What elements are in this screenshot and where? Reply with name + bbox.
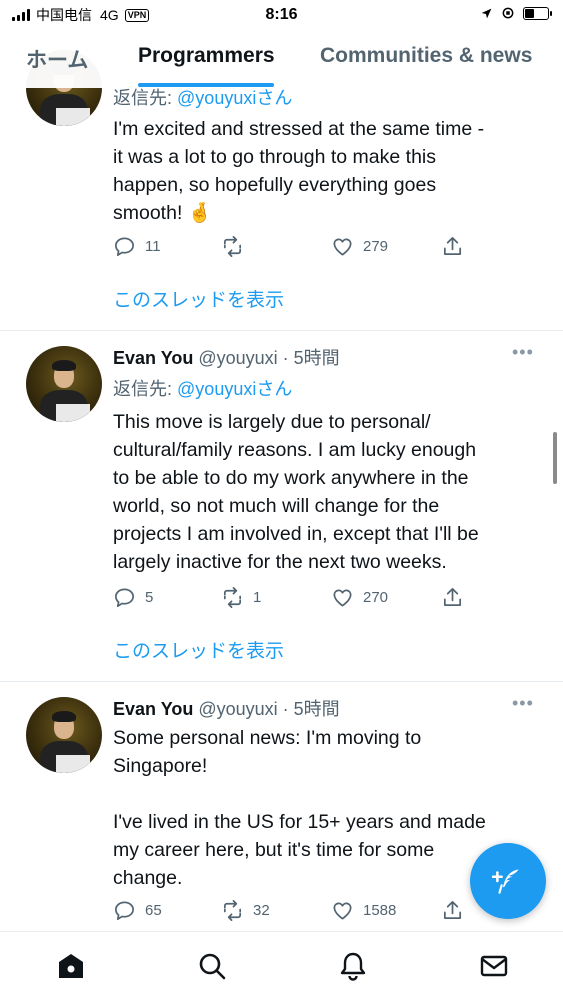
heart-icon (333, 902, 352, 920)
signal-strength-icon (12, 9, 30, 21)
retweet-button[interactable]: 1 (221, 586, 261, 609)
show-thread-link[interactable]: このスレッドを表示 (113, 285, 284, 312)
battery-icon (523, 6, 552, 20)
tweet-actions: 65 32 1588 (113, 899, 473, 927)
carrier-name: 中国电信 (36, 7, 92, 23)
tab-programmers[interactable]: Programmers (138, 44, 275, 68)
show-thread-link[interactable]: このスレッドを表示 (113, 636, 284, 663)
author-handle[interactable]: @youyuxi (198, 348, 277, 368)
reply-button[interactable]: 11 (113, 235, 161, 258)
tweet-time[interactable]: 5時間 (294, 348, 340, 368)
more-options-icon[interactable]: ••• (512, 693, 534, 714)
share-icon (443, 901, 462, 920)
like-count: 270 (363, 589, 389, 606)
retweet-button[interactable]: 32 (221, 899, 270, 922)
like-count: 1588 (363, 902, 397, 919)
tab-home[interactable]: ホーム (26, 44, 88, 74)
reply-count: 5 (145, 589, 154, 606)
reply-to-handle-link[interactable]: @youyuxiさん (177, 379, 292, 399)
reply-button[interactable]: 65 (113, 899, 162, 922)
reply-icon (115, 237, 134, 256)
active-tab-indicator (138, 83, 274, 87)
reply-icon (115, 901, 134, 920)
nav-messages-button[interactable] (478, 950, 510, 982)
status-bar: 中国电信 4G VPN 8:16 (0, 0, 563, 30)
bell-icon (340, 952, 366, 981)
retweet-button[interactable] (221, 235, 253, 258)
share-button[interactable] (441, 235, 464, 258)
tweet-divider (0, 330, 563, 331)
tab-communities-news[interactable]: Communities & news (320, 44, 532, 68)
like-button[interactable]: 279 (331, 235, 388, 258)
envelope-icon (480, 955, 508, 977)
reply-count: 65 (145, 902, 162, 919)
retweet-icon (223, 236, 242, 257)
top-tab-bar: ホーム Programmers Communities & news (0, 30, 563, 88)
share-button[interactable] (441, 899, 464, 922)
share-icon (443, 588, 462, 607)
bottom-navigation (0, 931, 563, 1000)
author-handle[interactable]: @youyuxi (198, 699, 277, 719)
tweet-header: Evan You @youyuxi · 5時間 (113, 348, 340, 368)
nav-notifications-button[interactable] (337, 950, 369, 982)
retweet-count: 1 (253, 589, 262, 606)
reply-to-line: 返信先: @youyuxiさん (113, 375, 292, 401)
reply-button[interactable]: 5 (113, 586, 153, 609)
tweet-actions: 11 279 (113, 235, 473, 263)
tweet-time[interactable]: 5時間 (294, 699, 340, 719)
compose-feather-icon (491, 869, 519, 894)
heart-icon (333, 238, 352, 256)
like-count: 279 (363, 238, 389, 255)
retweet-icon (223, 587, 242, 608)
nav-home-button[interactable] (55, 950, 87, 982)
retweet-count: 32 (253, 902, 270, 919)
like-button[interactable]: 1588 (331, 899, 396, 922)
reply-count: 11 (145, 238, 161, 255)
heart-icon (333, 589, 352, 607)
search-icon (199, 953, 226, 980)
scroll-indicator[interactable] (553, 432, 557, 484)
home-icon (59, 954, 83, 978)
nav-search-button[interactable] (196, 950, 228, 982)
share-icon (443, 237, 462, 256)
vpn-badge: VPN (124, 8, 150, 22)
tweet-text: I'm excited and stressed at the same tim… (113, 118, 485, 224)
reply-to-label: 返信先: (113, 88, 173, 108)
author-name[interactable]: Evan You (113, 348, 193, 368)
tweet-divider (0, 681, 563, 682)
location-arrow-icon (481, 8, 492, 18)
reply-to-handle-link[interactable]: @youyuxiさん (177, 88, 292, 108)
more-options-icon[interactable]: ••• (512, 342, 534, 363)
avatar[interactable] (26, 697, 102, 773)
compose-tweet-button[interactable] (470, 843, 546, 919)
tweet-text: This move is largely due to personal/ cu… (113, 411, 479, 573)
avatar[interactable] (26, 346, 102, 422)
like-button[interactable]: 270 (331, 586, 388, 609)
author-name[interactable]: Evan You (113, 699, 193, 719)
tweet-header: Evan You @youyuxi · 5時間 (113, 699, 340, 719)
tweet-actions: 5 1 270 (113, 586, 473, 614)
share-button[interactable] (441, 586, 464, 609)
reply-to-label: 返信先: (113, 379, 173, 399)
retweet-icon (223, 900, 242, 921)
orientation-lock-icon (502, 7, 514, 19)
network-type: 4G (100, 7, 119, 23)
reply-icon (115, 588, 134, 607)
